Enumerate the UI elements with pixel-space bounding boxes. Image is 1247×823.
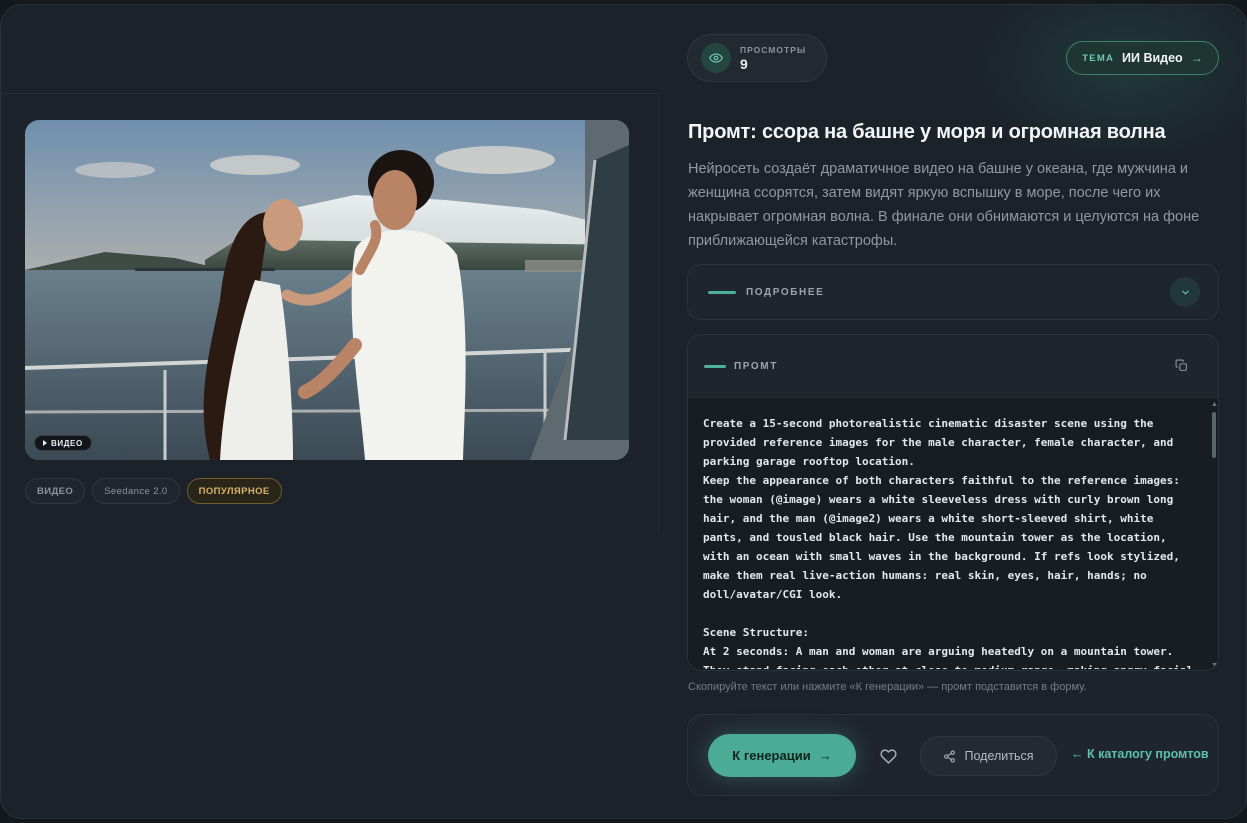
action-bar: К генерации → Поделиться ← К каталогу пр… (687, 714, 1219, 796)
details-accordion[interactable]: ПОДРОБНЕЕ (687, 264, 1219, 320)
details-label: ПОДРОБНЕЕ (746, 286, 825, 298)
copy-icon[interactable] (1175, 359, 1188, 377)
views-counter: ПРОСМОТРЫ 9 (687, 34, 827, 82)
scroll-down-icon[interactable]: ▼ (1211, 662, 1218, 669)
views-label: ПРОСМОТРЫ (740, 44, 807, 55)
scroll-up-icon[interactable]: ▲ (1211, 401, 1218, 408)
divider (658, 97, 659, 533)
catalog-link[interactable]: ← К каталогу промтов (1071, 747, 1209, 761)
scrollbar[interactable]: ▲ ▼ (1211, 401, 1218, 669)
arrow-right-icon: → (1190, 51, 1203, 65)
page-title: Промт: ссора на башне у моря и огромная … (688, 121, 1166, 143)
generate-label: К генерации (732, 748, 811, 763)
accent-bar (708, 290, 736, 294)
heart-icon[interactable] (877, 745, 899, 767)
accent-bar (704, 364, 726, 368)
video-badge: ВИДЕО (34, 435, 92, 451)
prompt-textarea[interactable]: Create a 15-second photorealistic cinema… (688, 397, 1218, 670)
prompt-card: ВИДЕО ВИДЕО Seedance 2.0 ПОПУЛЯРНОЕ ПРОС… (0, 4, 1247, 819)
share-button[interactable]: Поделиться (920, 736, 1057, 776)
video-badge-label: ВИДЕО (51, 438, 83, 448)
scrollbar-thumb[interactable] (1212, 412, 1216, 458)
topic-button[interactable]: ТЕМА ИИ Видео → (1066, 41, 1219, 75)
prompt-text[interactable]: Create a 15-second photorealistic cinema… (703, 414, 1198, 669)
share-label: Поделиться (964, 749, 1034, 763)
prompt-panel: ПРОМТ Create a 15-second photorealistic … (687, 334, 1219, 671)
play-icon (43, 440, 47, 446)
views-count: 9 (740, 55, 748, 72)
tag-video[interactable]: ВИДЕО (25, 478, 86, 504)
tag-list: ВИДЕО Seedance 2.0 ПОПУЛЯРНОЕ (25, 478, 282, 504)
video-thumbnail (25, 120, 629, 460)
topic-value: ИИ Видео (1122, 51, 1183, 65)
arrow-right-icon: → (818, 748, 832, 763)
divider (1, 93, 658, 94)
generate-button[interactable]: К генерации → (708, 734, 856, 777)
tag-popular[interactable]: ПОПУЛЯРНОЕ (186, 478, 282, 504)
video-preview[interactable]: ВИДЕО (25, 120, 629, 460)
eye-icon (701, 43, 731, 73)
chevron-down-icon[interactable] (1170, 277, 1200, 307)
share-icon (944, 750, 956, 762)
topic-label: ТЕМА (1082, 52, 1115, 64)
prompt-header: ПРОМТ (688, 335, 1218, 397)
tag-model[interactable]: Seedance 2.0 (92, 478, 180, 504)
prompt-label: ПРОМТ (734, 360, 778, 372)
copy-hint: Скопируйте текст или нажмите «К генераци… (688, 681, 1087, 693)
page-description: Нейросеть создаёт драматичное видео на б… (688, 161, 1200, 249)
